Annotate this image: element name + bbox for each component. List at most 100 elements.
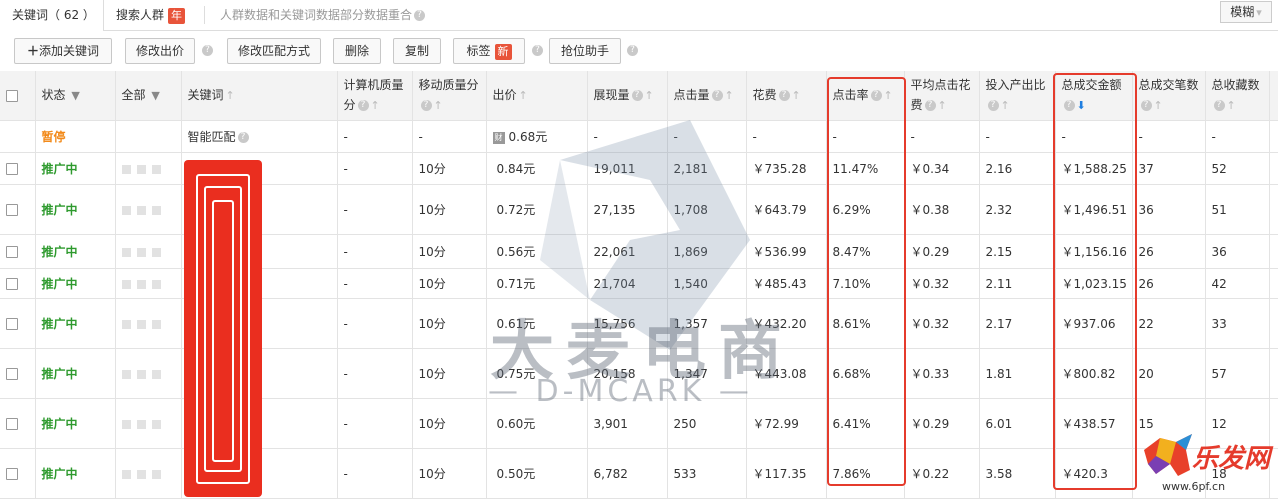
all-cell [115,398,182,449]
roi-cell: - [979,120,1056,153]
row-checkbox[interactable] [6,418,18,430]
select-all-checkbox[interactable] [6,90,18,102]
help-icon[interactable]: ? [1213,100,1225,111]
placeholder-block [136,469,146,479]
placeholder-block [136,164,146,174]
mobile-quality-cell: 10分 [412,184,487,235]
sort-icon: ↑ [724,89,734,102]
tag-button[interactable]: 标签新 [453,38,525,64]
copy-button[interactable]: 复制 [393,38,441,64]
status-cell: 暂停 [35,120,116,153]
bid-cell[interactable]: 0.56元 [486,234,588,269]
caret-down-icon: ▼ [71,89,80,102]
help-icon[interactable]: ? [870,90,882,101]
col-favorites-label: 总收藏数 [1211,78,1260,92]
ctr-cell: 7.10% [826,268,905,299]
bid-cell[interactable]: 0.84元 [486,152,588,185]
help-icon[interactable]: ? [202,45,213,56]
tag-label: 标签 [466,44,491,58]
cpc-cell: ￥0.29 [904,234,980,269]
delete-button[interactable]: 删除 [333,38,381,64]
smart-match-row: 暂停 智能匹配? - - 财 0.68元 - - - - - - - - - [0,120,1278,153]
help-icon[interactable]: ? [237,132,249,143]
col-avg-cpc[interactable]: 平均点击花费? ↑ [904,71,980,121]
help-icon[interactable]: ? [924,100,936,111]
add-keyword-button[interactable]: ＋添加关键词 [14,38,112,64]
row-checkbox[interactable] [6,468,18,480]
row-checkbox[interactable] [6,318,18,330]
placeholder-block [121,205,131,215]
ctr-cell: 11.47% [826,152,905,185]
keyword-text: 智能匹配 [187,130,236,144]
help-icon[interactable]: ? [778,90,790,101]
all-cell [115,348,182,399]
col-clicks[interactable]: 点击量? ↑ [667,71,747,121]
pc-quality-cell: - [337,120,413,153]
impressions-cell: 21,704 [587,268,668,299]
row-checkbox[interactable] [6,246,18,258]
col-keyword[interactable]: 关键词 ↑ [181,71,338,121]
row-checkbox[interactable] [6,368,18,380]
help-icon[interactable]: ? [987,100,999,111]
col-cost[interactable]: 花费? ↑ [746,71,827,121]
row-checkbox[interactable] [6,204,18,216]
help-icon[interactable]: ? [357,100,369,111]
impressions-cell: - [587,120,668,153]
roi-cell: 6.01 [979,398,1056,449]
modify-bid-button[interactable]: 修改出价 [125,38,195,64]
help-icon[interactable]: ? [414,10,426,21]
roi-cell: 1.81 [979,348,1056,399]
tab-keywords[interactable]: 关键词（ 62 ） [0,0,104,31]
status-cell: 推广中 [35,152,116,185]
col-gmv[interactable]: 总成交金额? ⬇ [1055,71,1133,121]
rank-assistant-button[interactable]: 抢位助手 [549,38,621,64]
row-checkbox[interactable] [6,163,18,175]
overflow-cell [1269,184,1278,235]
bid-cell[interactable]: 0.72元 [486,184,588,235]
help-icon[interactable]: ? [711,90,723,101]
overflow-cell [1269,268,1278,299]
help-icon[interactable]: ? [631,90,643,101]
help-icon[interactable]: ? [532,45,543,56]
help-icon[interactable]: ? [627,45,638,56]
gmv-cell: ￥800.82 [1055,348,1133,399]
col-ctr[interactable]: 点击率? ↑ [826,71,905,121]
clicks-cell: 1,869 [667,234,747,269]
row-checkbox-cell [0,268,36,299]
bid-cell[interactable]: 财 0.68元 [486,120,588,153]
col-roi[interactable]: 投入产出比? ↑ [979,71,1056,121]
help-icon[interactable]: ? [1063,100,1075,111]
col-status-label: 状态 [41,88,66,102]
modify-match-button[interactable]: 修改匹配方式 [227,38,321,64]
caret-down-icon: ▼ [151,89,160,102]
corner-logo-url: www.6pf.cn [1162,480,1226,493]
tab-search-crowd[interactable]: 搜索人群年 [116,0,186,30]
bid-cell[interactable]: 0.71元 [486,268,588,299]
placeholder-block [121,419,131,429]
help-icon[interactable]: ? [1140,100,1152,111]
sort-desc-icon: ⬇ [1076,99,1086,112]
col-orders[interactable]: 总成交笔数? ↑ [1132,71,1206,121]
col-pc-quality[interactable]: 计算机质量分? ↑ [337,71,413,121]
col-all[interactable]: 全部 ▼ [115,71,182,121]
match-mode-select[interactable]: 模糊 ▾ [1220,1,1272,23]
ctr-cell: 6.68% [826,348,905,399]
col-favorites[interactable]: 总收藏数? ↑ [1205,71,1270,121]
col-mobile-quality[interactable]: 移动质量分? ↑ [412,71,487,121]
placeholder-block [151,319,161,329]
sort-icon: ↑ [225,89,235,102]
col-bid[interactable]: 出价 ↑ [486,71,588,121]
bid-type-icon: 财 [492,131,505,144]
orders-cell: 26 [1132,268,1206,299]
chevron-down-icon: ▾ [1256,6,1262,19]
help-icon[interactable]: ? [420,100,432,111]
gmv-cell: ￥438.57 [1055,398,1133,449]
match-mode-value: 模糊 [1230,5,1255,19]
row-checkbox-cell [0,448,36,499]
pc-quality-cell: - [337,152,413,185]
col-status[interactable]: 状态 ▼ [35,71,116,121]
overflow-cell [1269,152,1278,185]
row-checkbox[interactable] [6,278,18,290]
col-impressions[interactable]: 展现量? ↑ [587,71,668,121]
bid-cell[interactable]: 0.50元 [486,448,588,499]
